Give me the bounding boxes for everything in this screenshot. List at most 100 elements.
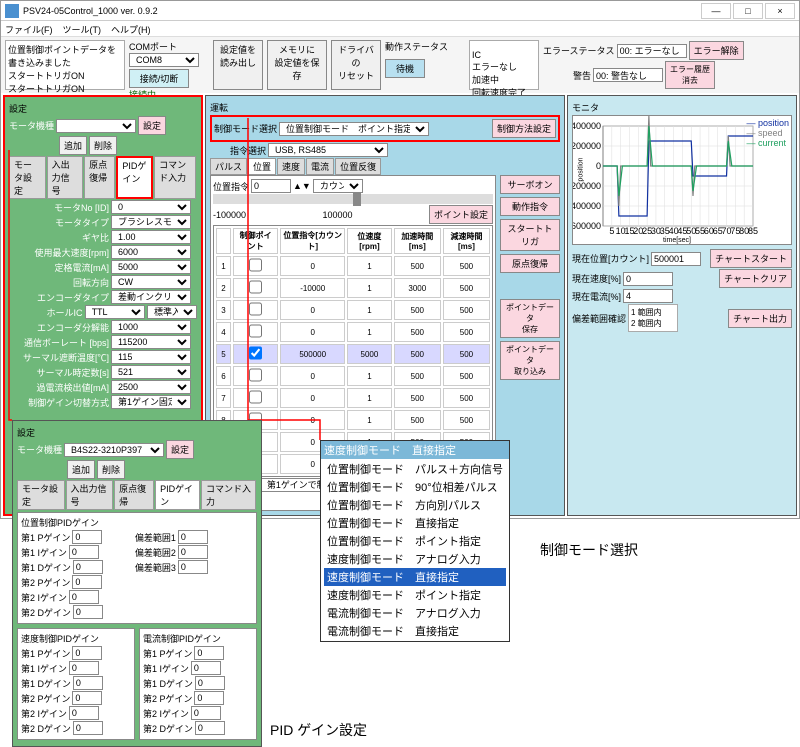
- callout-tab-io[interactable]: 入出力信号: [66, 480, 114, 510]
- pos-d1-input[interactable]: [73, 560, 103, 574]
- row-check[interactable]: [233, 278, 278, 298]
- callout-delete-button[interactable]: 削除: [97, 460, 125, 479]
- motor-model-select[interactable]: [56, 119, 136, 133]
- callout-tab-home[interactable]: 原点復帰: [114, 480, 154, 510]
- dropdown-item[interactable]: 電流制御モード アナログ入力: [324, 604, 506, 622]
- pointdata-save-button[interactable]: ポイントデータ 保存: [500, 299, 560, 338]
- field-input[interactable]: 2500: [111, 380, 191, 394]
- add-button[interactable]: 追加: [59, 136, 87, 155]
- field-input[interactable]: 1.00: [111, 230, 191, 244]
- cur-d1-input[interactable]: [195, 676, 225, 690]
- delete-button[interactable]: 削除: [89, 136, 117, 155]
- spd-i2-input[interactable]: [69, 706, 99, 720]
- callout-set-button[interactable]: 設定: [166, 440, 194, 459]
- table-row[interactable]: 55000005000500500: [216, 344, 490, 364]
- pos-p2-input[interactable]: [72, 575, 102, 589]
- dropdown-item[interactable]: 位置制御モード ポイント指定: [324, 532, 506, 550]
- dev1-input[interactable]: [178, 530, 208, 544]
- field-input[interactable]: 0: [111, 200, 191, 214]
- field-input[interactable]: 115200: [111, 335, 191, 349]
- field-input[interactable]: 5000: [111, 260, 191, 274]
- opstatus-button[interactable]: 待機: [385, 59, 425, 78]
- callout-model-select[interactable]: B4S22-3210P397: [64, 443, 164, 457]
- poscmd-input[interactable]: [251, 179, 291, 193]
- field-input[interactable]: TTL: [85, 305, 145, 319]
- connect-button[interactable]: 接続/切断: [129, 69, 189, 88]
- error-history-button[interactable]: エラー履歴 消去: [665, 61, 715, 89]
- field-input[interactable]: CW: [111, 275, 191, 289]
- pointdata-load-button[interactable]: ポイントデータ 取り込み: [500, 341, 560, 380]
- row-check[interactable]: [233, 344, 278, 364]
- mode-settings-button[interactable]: 制御方法設定: [492, 119, 556, 138]
- cur-i1-input[interactable]: [191, 661, 221, 675]
- action-button[interactable]: 動作指令: [500, 197, 560, 216]
- field-input2[interactable]: 標準入力: [147, 305, 197, 319]
- dropdown-header[interactable]: 速度制御モード 直接指定: [321, 441, 509, 459]
- pos-i1-input[interactable]: [69, 545, 99, 559]
- chart-start-button[interactable]: チャートスタート: [710, 249, 792, 268]
- field-input[interactable]: 6000: [111, 245, 191, 259]
- driver-reset-button[interactable]: ドライバの リセット: [331, 40, 381, 90]
- row-check[interactable]: [233, 300, 278, 320]
- callout-add-button[interactable]: 追加: [67, 460, 95, 479]
- start-trigger-button[interactable]: スタートトリガ: [500, 219, 560, 251]
- maximize-button[interactable]: □: [733, 3, 763, 19]
- subtab-spd[interactable]: 速度: [277, 158, 305, 175]
- cmd-select[interactable]: USB, RS485: [268, 143, 388, 157]
- poscmd-slider[interactable]: [213, 194, 493, 204]
- spd-i1-input[interactable]: [69, 661, 99, 675]
- tab-cmd[interactable]: コマンド入力: [154, 156, 196, 199]
- callout-tab-pid[interactable]: PIDゲイン: [155, 480, 200, 510]
- table-row[interactable]: 301500500: [216, 300, 490, 320]
- row-check[interactable]: [233, 256, 278, 276]
- tab-home[interactable]: 原点復帰: [84, 156, 115, 199]
- settings-set-button[interactable]: 設定: [138, 116, 166, 135]
- dropdown-item[interactable]: 位置制御モード 方向別パルス: [324, 496, 506, 514]
- home-return-button[interactable]: 原点復帰: [500, 254, 560, 273]
- table-row[interactable]: 701500500: [216, 388, 490, 408]
- row-check[interactable]: [233, 322, 278, 342]
- table-row[interactable]: 2-1000013000500: [216, 278, 490, 298]
- spd-p1-input[interactable]: [72, 646, 102, 660]
- servo-on-button[interactable]: サーボオン: [500, 175, 560, 194]
- point-set-button[interactable]: ポイント設定: [429, 205, 493, 224]
- dropdown-item[interactable]: 位置制御モード パルス＋方向信号: [324, 460, 506, 478]
- row-check[interactable]: [233, 388, 278, 408]
- field-input[interactable]: 1000: [111, 320, 191, 334]
- menu-help[interactable]: ヘルプ(H): [111, 23, 151, 34]
- spd-d1-input[interactable]: [73, 676, 103, 690]
- row-check[interactable]: [233, 366, 278, 386]
- dropdown-item[interactable]: 位置制御モード 直接指定: [324, 514, 506, 532]
- error-clear-button[interactable]: エラー解除: [689, 41, 744, 60]
- cur-d2-input[interactable]: [195, 721, 225, 735]
- tab-motor[interactable]: モータ設定: [9, 156, 46, 199]
- minimize-button[interactable]: —: [701, 3, 731, 19]
- save-memory-button[interactable]: メモリに 設定値を保存: [267, 40, 327, 90]
- cur-i2-input[interactable]: [191, 706, 221, 720]
- subtab-pos[interactable]: 位置: [248, 158, 276, 175]
- poscmd-unit[interactable]: カウント: [313, 179, 363, 193]
- pos-d2-input[interactable]: [73, 605, 103, 619]
- subtab-cur[interactable]: 電流: [306, 158, 334, 175]
- chart-output-button[interactable]: チャート出力: [728, 309, 792, 328]
- close-button[interactable]: ×: [765, 3, 795, 19]
- field-input[interactable]: 第1ゲイン固定: [111, 395, 191, 409]
- table-row[interactable]: 601500500: [216, 366, 490, 386]
- field-input[interactable]: 521: [111, 365, 191, 379]
- field-input[interactable]: 115: [111, 350, 191, 364]
- cur-p2-input[interactable]: [194, 691, 224, 705]
- field-input[interactable]: 差動インクリメンタル B相: [111, 290, 191, 304]
- callout-tab-cmd[interactable]: コマンド入力: [201, 480, 256, 510]
- table-row[interactable]: 401500500: [216, 322, 490, 342]
- pos-i2-input[interactable]: [69, 590, 99, 604]
- dropdown-item[interactable]: 位置制御モード 90°位相差パルス: [324, 478, 506, 496]
- field-input[interactable]: ブラシレスモータ: [111, 215, 191, 229]
- menu-tool[interactable]: ツール(T): [63, 23, 102, 34]
- dev3-input[interactable]: [178, 560, 208, 574]
- dropdown-item[interactable]: 速度制御モード ポイント指定: [324, 586, 506, 604]
- tab-io[interactable]: 入出力信号: [47, 156, 84, 199]
- dropdown-item[interactable]: 速度制御モード アナログ入力: [324, 550, 506, 568]
- pos-p1-input[interactable]: [72, 530, 102, 544]
- read-settings-button[interactable]: 設定値を 読み出し: [213, 40, 263, 90]
- dev2-input[interactable]: [178, 545, 208, 559]
